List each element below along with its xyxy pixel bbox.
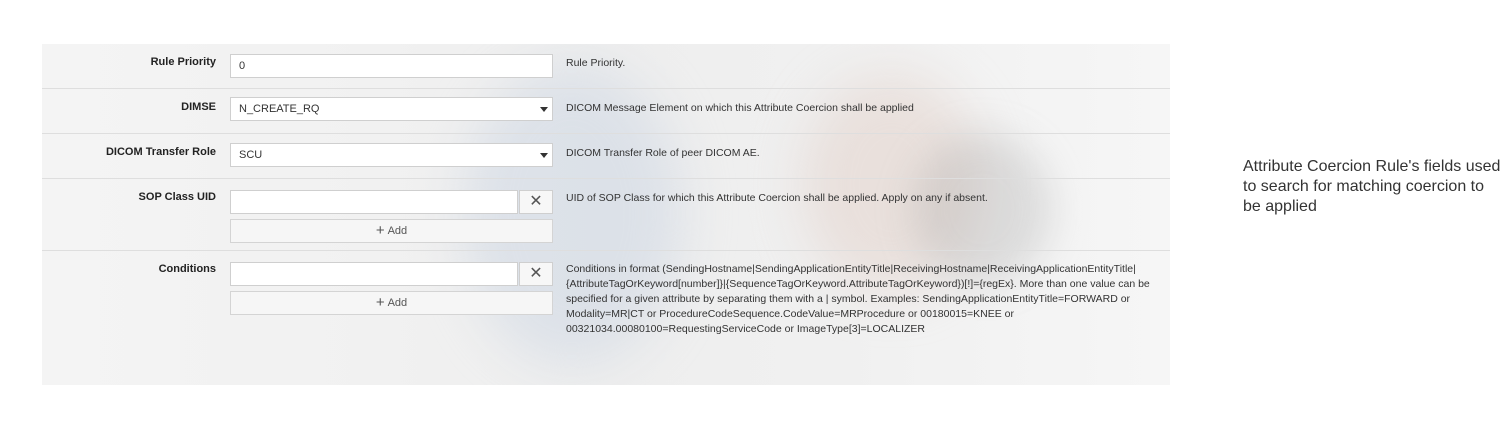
add-label: Add	[387, 225, 408, 237]
form-row-rule-priority: Rule Priority 0 Rule Priority.	[42, 44, 1170, 88]
field-description: Conditions in format (SendingHostname|Se…	[566, 263, 1150, 335]
side-note: Attribute Coercion Rule's fields used to…	[1243, 158, 1501, 215]
field-label: Conditions	[158, 263, 216, 275]
caret-down-icon	[540, 107, 548, 112]
field-description: Rule Priority.	[566, 57, 626, 69]
close-icon: ✕	[529, 265, 543, 282]
plus-icon: +	[375, 222, 385, 239]
add-sop-class-uid-button[interactable]: + Add	[230, 219, 553, 243]
field-label: DIMSE	[181, 101, 216, 113]
conditions-input[interactable]	[230, 262, 518, 286]
form-row-dimse: DIMSE N_CREATE_RQ DICOM Message Element …	[42, 88, 1170, 134]
remove-sop-class-uid-button[interactable]: ✕	[519, 190, 553, 214]
dimse-select[interactable]: N_CREATE_RQ	[230, 97, 553, 121]
add-label: Add	[387, 297, 408, 309]
caret-down-icon	[540, 153, 548, 158]
field-description: DICOM Transfer Role of peer DICOM AE.	[566, 147, 760, 159]
rule-priority-input[interactable]: 0	[230, 54, 553, 78]
attribute-coercion-form: Rule Priority 0 Rule Priority. DIMSE N_C…	[42, 44, 1170, 385]
form-row-sop-class-uid: SOP Class UID ✕ + Add UID of SOP Class fo…	[42, 178, 1170, 251]
field-label: DICOM Transfer Role	[105, 146, 216, 158]
field-label: SOP Class UID	[138, 191, 216, 203]
field-description: DICOM Message Element on which this Attr…	[566, 102, 914, 114]
close-icon: ✕	[529, 193, 543, 210]
transfer-role-select[interactable]: SCU	[230, 143, 553, 167]
form-row-transfer-role: DICOM Transfer Role SCU DICOM Transfer R…	[42, 133, 1170, 179]
sop-class-uid-input[interactable]	[230, 190, 518, 214]
selected-value: N_CREATE_RQ	[239, 103, 320, 115]
field-description: UID of SOP Class for which this Attribut…	[566, 192, 988, 204]
add-condition-button[interactable]: + Add	[230, 291, 553, 315]
remove-condition-button[interactable]: ✕	[519, 262, 553, 286]
selected-value: SCU	[239, 149, 263, 161]
form-row-conditions: Conditions ✕ + Add Conditions in format (…	[42, 250, 1170, 385]
plus-icon: +	[375, 294, 385, 311]
field-label: Rule Priority	[150, 56, 216, 68]
